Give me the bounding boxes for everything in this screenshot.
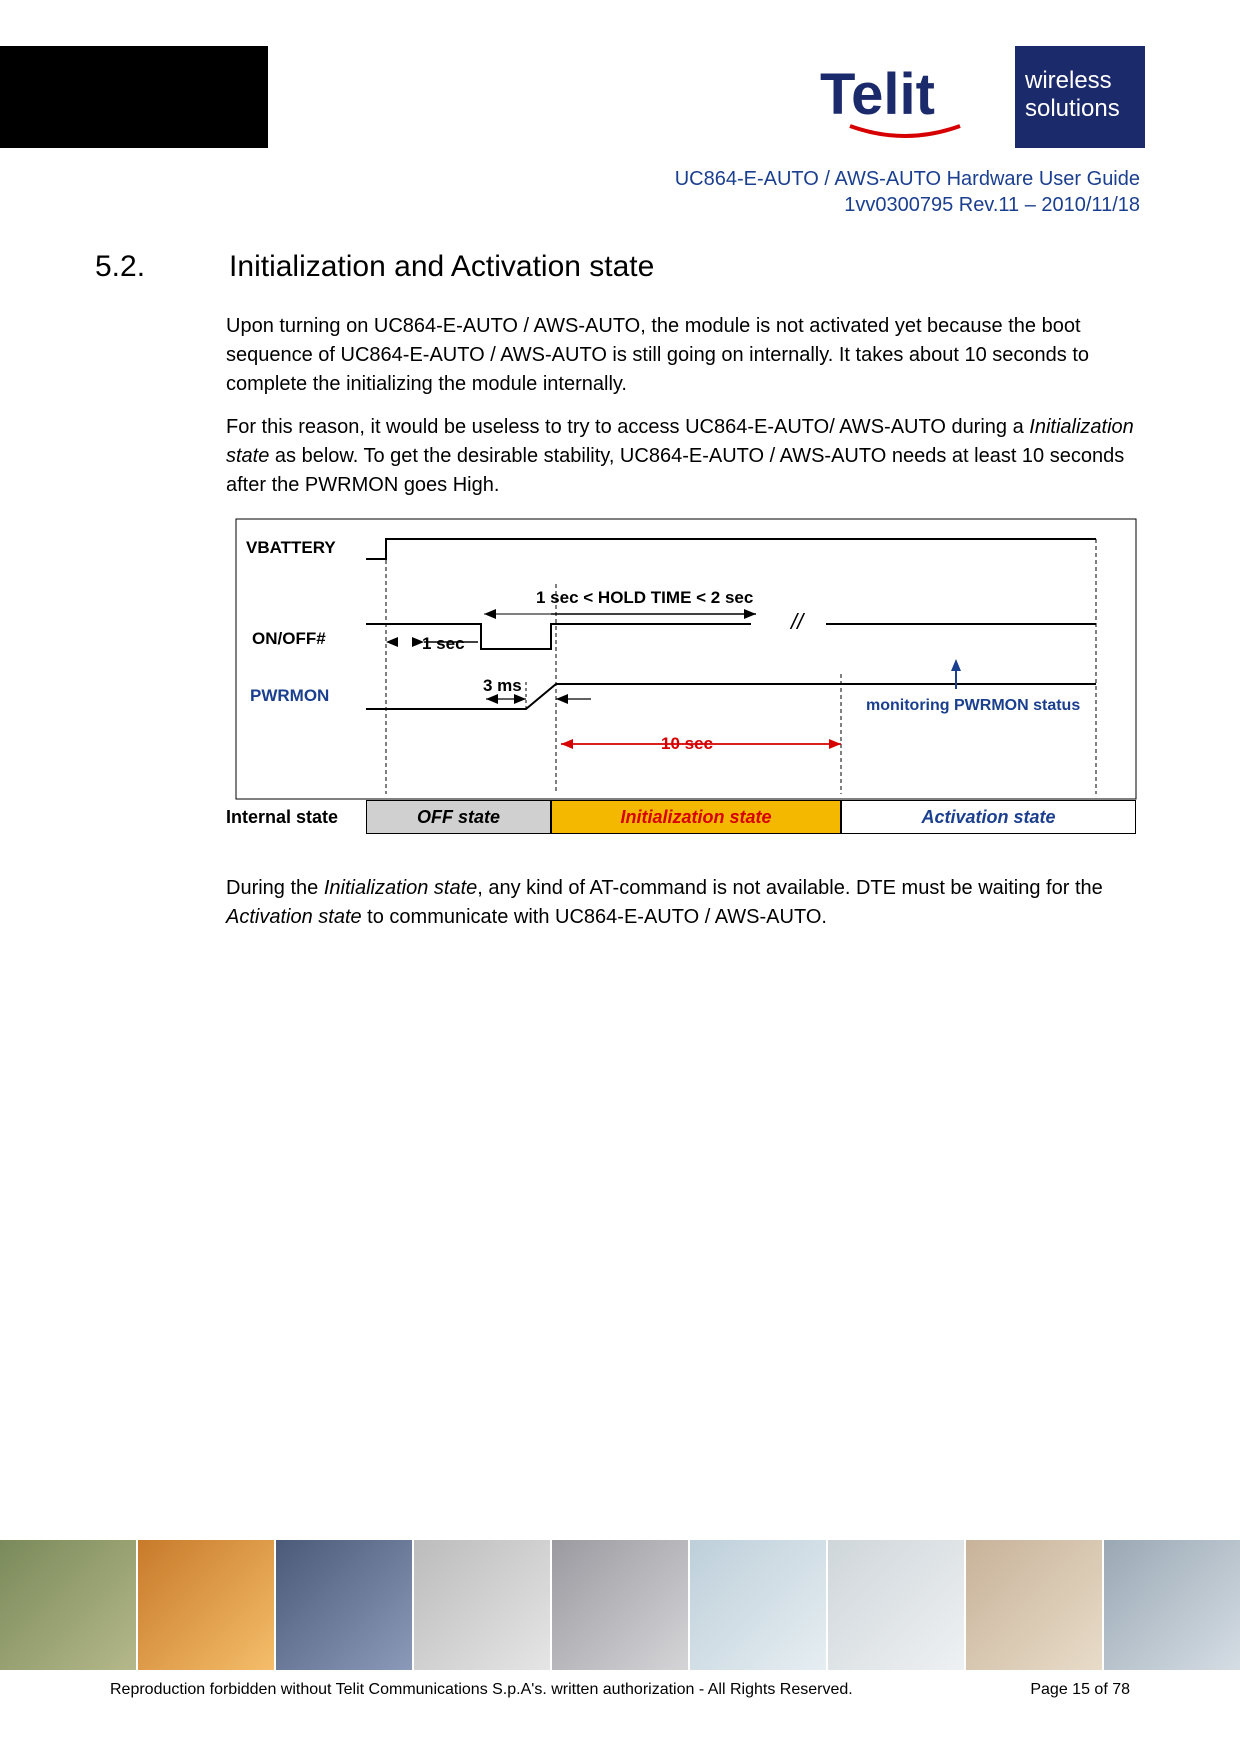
footer-thumb	[552, 1540, 688, 1670]
label-hold-time: 1 sec < HOLD TIME < 2 sec	[536, 586, 753, 611]
header-black-bar	[0, 46, 268, 148]
doc-reference: UC864-E-AUTO / AWS-AUTO Hardware User Gu…	[620, 166, 1140, 218]
section-number: 5.2.	[95, 245, 145, 289]
label-ten-sec: 10 sec	[661, 732, 713, 757]
svg-text://: //	[789, 609, 805, 634]
state-init: Initialization state	[551, 800, 841, 834]
label-three-ms: 3 ms	[483, 674, 522, 699]
logo: Telit wireless solutions	[810, 46, 1145, 148]
footer-thumb	[828, 1540, 964, 1670]
label-onoff: ON/OFF#	[252, 627, 326, 652]
footer-copyright: Reproduction forbidden without Telit Com…	[110, 1678, 853, 1701]
footer-thumb	[966, 1540, 1102, 1670]
body-column: Upon turning on UC864-E-AUTO / AWS-AUTO,…	[226, 312, 1146, 946]
state-off: OFF state	[366, 800, 551, 834]
doc-title: UC864-E-AUTO / AWS-AUTO Hardware User Gu…	[620, 166, 1140, 192]
state-act: Activation state	[841, 800, 1136, 834]
paragraph-2: For this reason, it would be useless to …	[226, 413, 1146, 500]
timing-diagram-svg: //	[226, 514, 1146, 834]
footer-page: Page 15 of 78	[1030, 1678, 1130, 1701]
paragraph-3: During the Initialization state, any kin…	[226, 874, 1146, 932]
footer-image-strip	[0, 1540, 1240, 1670]
telit-logo-svg: Telit wireless solutions	[810, 46, 1145, 148]
svg-text:wireless: wireless	[1024, 67, 1112, 94]
footer-thumb	[276, 1540, 412, 1670]
footer-thumb	[1104, 1540, 1240, 1670]
footer-thumb	[690, 1540, 826, 1670]
label-pwrmon: PWRMON	[250, 684, 329, 709]
timing-diagram: //	[226, 514, 1146, 834]
section-heading: 5.2. Initialization and Activation state	[95, 245, 654, 289]
section-title: Initialization and Activation state	[229, 245, 654, 289]
doc-rev: 1vv0300795 Rev.11 – 2010/11/18	[620, 192, 1140, 218]
label-internal-state: Internal state	[226, 804, 366, 830]
brand-text: Telit	[820, 62, 935, 127]
footer-thumb	[138, 1540, 274, 1670]
footer-text: Reproduction forbidden without Telit Com…	[110, 1678, 1130, 1701]
footer-thumb	[0, 1540, 136, 1670]
footer-thumb	[414, 1540, 550, 1670]
label-one-sec: 1 sec	[422, 632, 465, 657]
label-monitoring: monitoring PWRMON status	[866, 694, 1080, 717]
svg-text:solutions: solutions	[1025, 95, 1120, 122]
label-vbattery: VBATTERY	[246, 536, 336, 561]
state-row: Internal state OFF state Initialization …	[226, 800, 1146, 834]
paragraph-1: Upon turning on UC864-E-AUTO / AWS-AUTO,…	[226, 312, 1146, 399]
